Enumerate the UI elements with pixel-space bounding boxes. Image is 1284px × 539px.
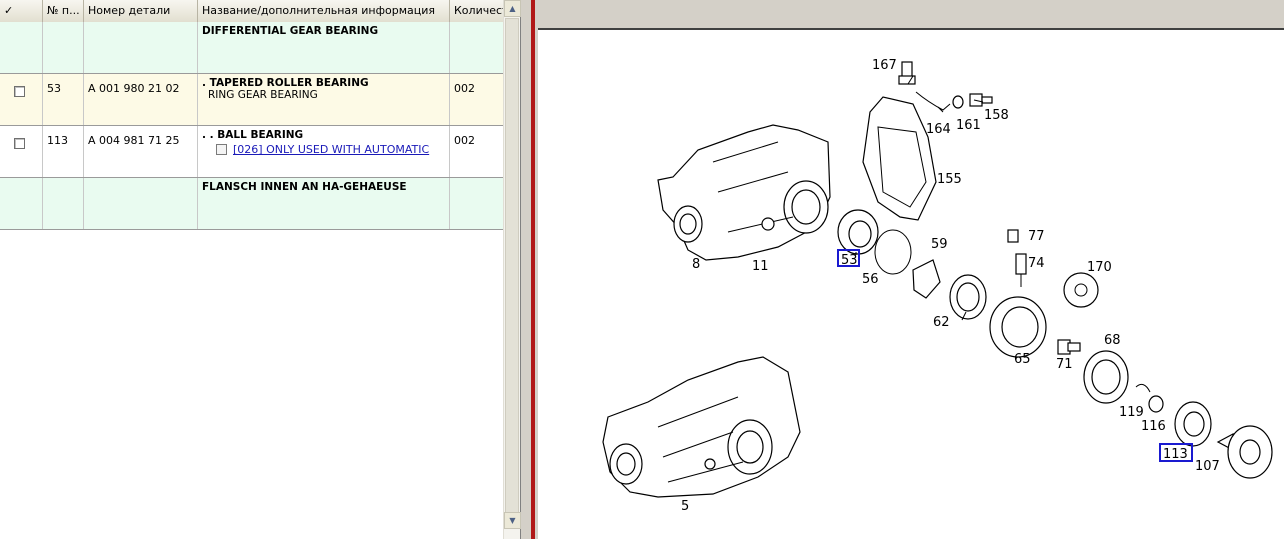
check-cell <box>0 74 43 125</box>
label-71: 71 <box>1056 357 1073 372</box>
label-155: 155 <box>937 172 962 187</box>
scroll-up-icon[interactable]: ▲ <box>504 0 521 17</box>
table-row-heading[interactable]: FLANSCH INNEN AN HA-GEHAEUSE <box>0 178 503 230</box>
vent-74-drawing <box>1015 253 1027 287</box>
col-header-position[interactable]: № п... <box>43 0 84 22</box>
label-119: 119 <box>1119 405 1144 420</box>
label-68: 68 <box>1104 333 1121 348</box>
part-number-cell: A 001 980 21 02 <box>84 74 198 125</box>
footnote-line: [026] ONLY USED WITH AUTOMATIC <box>202 143 445 156</box>
carrier-65-drawing <box>989 296 1047 358</box>
bolt-71-drawing <box>1057 339 1081 355</box>
bolt-167-drawing <box>898 61 916 85</box>
check-cell <box>0 126 43 177</box>
row-checkbox[interactable] <box>14 86 25 97</box>
col-header-quantity[interactable]: Количестве... <box>450 0 503 22</box>
group-heading: FLANSCH INNEN AN HA-GEHAEUSE <box>202 181 407 193</box>
name-cell: . TAPERED ROLLER BEARING RING GEAR BEARI… <box>198 74 450 125</box>
part-number-cell <box>84 178 198 229</box>
label-107: 107 <box>1195 459 1220 474</box>
position-cell <box>43 22 84 73</box>
parts-grid-pane: ✓ № п... Номер детали Название/дополните… <box>0 0 521 539</box>
washer-161-drawing <box>952 95 964 109</box>
check-cell <box>0 178 43 229</box>
plate-59-drawing <box>912 259 941 299</box>
col-header-check[interactable]: ✓ <box>0 0 43 22</box>
label-164: 164 <box>926 122 951 137</box>
position-cell: 113 <box>43 126 84 177</box>
label-5: 5 <box>681 499 689 514</box>
part-description: RING GEAR BEARING <box>208 89 318 101</box>
washer-116-drawing <box>1148 395 1164 413</box>
table-row[interactable]: 113 A 004 981 71 25 . . BALL BEARING [02… <box>0 126 503 178</box>
position-cell: 53 <box>43 74 84 125</box>
bearing-113-drawing <box>1174 401 1212 447</box>
label-158: 158 <box>984 108 1009 123</box>
label-167: 167 <box>872 58 897 73</box>
check-cell <box>0 22 43 73</box>
housing-8-drawing <box>657 124 831 261</box>
scrollbar-thumb[interactable] <box>505 18 519 516</box>
label-74: 74 <box>1028 256 1045 271</box>
part-name: . TAPERED ROLLER BEARING <box>202 77 369 89</box>
name-cell: FLANSCH INNEN AN HA-GEHAEUSE <box>198 178 450 229</box>
splitter-accent-line <box>531 0 535 539</box>
circlip-119-drawing <box>1135 383 1151 393</box>
vent-77-drawing <box>1007 229 1019 243</box>
position-cell <box>43 178 84 229</box>
note-icon <box>216 144 227 155</box>
label-62: 62 <box>933 315 950 330</box>
label-59: 59 <box>931 237 948 252</box>
label-11: 11 <box>752 259 769 274</box>
diagram-drawing: 167 164 161 158 155 8 11 53 56 59 77 74 … <box>602 58 1273 514</box>
label-116: 116 <box>1141 419 1166 434</box>
part-name: . . BALL BEARING <box>202 129 304 141</box>
vertical-scrollbar[interactable]: ▲ ▼ <box>503 0 521 539</box>
quantity-cell: 002 <box>454 134 475 147</box>
table-row[interactable]: 53 A 001 980 21 02 . TAPERED ROLLER BEAR… <box>0 74 503 126</box>
clip-164-drawing <box>915 91 951 111</box>
label-8: 8 <box>692 257 700 272</box>
label-56: 56 <box>862 272 879 287</box>
quantity-cell <box>450 22 503 73</box>
row-checkbox[interactable] <box>14 138 25 149</box>
grid-body: DIFFERENTIAL GEAR BEARING 53 A 001 980 2… <box>0 22 503 539</box>
part-number-cell: A 004 981 71 25 <box>84 126 198 177</box>
quantity-cell <box>450 178 503 229</box>
col-header-name[interactable]: Название/дополнительная информация <box>198 0 450 22</box>
housing-5-drawing <box>602 356 801 498</box>
table-row-heading[interactable]: DIFFERENTIAL GEAR BEARING <box>0 22 503 74</box>
seal-62-drawing <box>949 274 987 320</box>
quantity-cell: 002 <box>454 82 475 95</box>
seal-68-drawing <box>1083 350 1129 404</box>
grid-header: ✓ № п... Номер детали Название/дополните… <box>0 0 503 22</box>
label-113: 113 <box>1163 447 1188 462</box>
disc-170-drawing <box>1063 272 1099 308</box>
label-65: 65 <box>1014 352 1031 367</box>
group-heading: DIFFERENTIAL GEAR BEARING <box>202 25 379 37</box>
scroll-down-icon[interactable]: ▼ <box>504 512 521 529</box>
ring-56-drawing <box>874 229 912 275</box>
part-number-cell <box>84 22 198 73</box>
bearing-53-drawing <box>837 209 879 255</box>
diagram-pane: 167 164 161 158 155 8 11 53 56 59 77 74 … <box>538 0 1284 539</box>
label-170: 170 <box>1087 260 1112 275</box>
bolt-158-drawing <box>969 93 993 107</box>
label-77: 77 <box>1028 229 1045 244</box>
footnote-link[interactable]: [026] ONLY USED WITH AUTOMATIC <box>233 143 429 156</box>
exploded-diagram[interactable]: 167 164 161 158 155 8 11 53 56 59 77 74 … <box>538 32 1284 539</box>
name-cell: . . BALL BEARING [026] ONLY USED WITH AU… <box>198 126 450 177</box>
label-161: 161 <box>956 118 981 133</box>
col-header-part-number[interactable]: Номер детали <box>84 0 198 22</box>
flange-107-drawing <box>1216 425 1273 479</box>
name-cell: DIFFERENTIAL GEAR BEARING <box>198 22 450 73</box>
diagram-toolbar-strip <box>538 0 1284 30</box>
label-53: 53 <box>841 253 858 268</box>
pane-splitter[interactable] <box>521 0 538 539</box>
